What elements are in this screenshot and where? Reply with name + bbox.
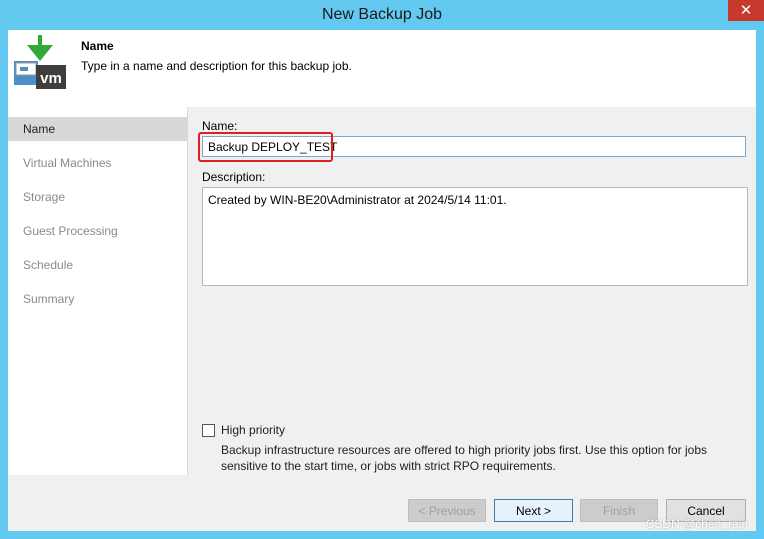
csdn-watermark: CSDN @chen_rain xyxy=(645,517,748,531)
wizard-footer: < Previous Next > Finish Cancel xyxy=(8,475,756,531)
step-title: Name xyxy=(81,39,114,53)
description-label: Description: xyxy=(202,170,266,184)
finish-button-label: Finish xyxy=(602,503,635,518)
nav-item-label: Name xyxy=(23,122,56,136)
next-button[interactable]: Next > xyxy=(494,499,573,522)
high-priority-help: Backup infrastructure resources are offe… xyxy=(221,443,708,473)
window-title: New Backup Job xyxy=(321,6,443,23)
job-name-input[interactable] xyxy=(202,136,746,157)
name-label: Name: xyxy=(202,119,238,133)
next-button-label: Next > xyxy=(515,503,551,518)
dialog-client-area: vm Name Type in a name and description f… xyxy=(8,30,756,531)
nav-item-label: Virtual Machines xyxy=(23,156,112,170)
wizard-step-nav: Name Virtual Machines Storage Guest Proc… xyxy=(8,107,187,475)
step-content: Name: Description: Created by WIN-BE20\A… xyxy=(188,107,756,475)
nav-item-summary[interactable]: Summary xyxy=(8,287,187,311)
high-priority-label[interactable]: High priority xyxy=(221,423,285,437)
close-icon: ✕ xyxy=(739,2,753,19)
cancel-button-label: Cancel xyxy=(687,503,725,518)
wizard-header: vm Name Type in a name and description f… xyxy=(8,30,756,107)
nav-item-schedule[interactable]: Schedule xyxy=(8,253,187,277)
nav-item-name[interactable]: Name xyxy=(8,117,187,141)
nav-item-label: Storage xyxy=(23,190,66,204)
window-frame: New Backup Job ✕ vm Name Type in a name … xyxy=(0,0,764,539)
vm-badge-text: vm xyxy=(40,70,62,87)
previous-button-label: < Previous xyxy=(418,503,476,518)
nav-item-label: Guest Processing xyxy=(23,224,118,238)
vm-backup-icon: vm xyxy=(14,35,66,89)
nav-item-storage[interactable]: Storage xyxy=(8,185,187,209)
nav-item-label: Summary xyxy=(23,292,75,306)
step-description: Type in a name and description for this … xyxy=(81,59,352,73)
previous-button[interactable]: < Previous xyxy=(408,499,486,522)
high-priority-checkbox[interactable] xyxy=(202,424,215,437)
job-description-textarea[interactable]: Created by WIN-BE20\Administrator at 202… xyxy=(202,187,748,286)
window-title-bar[interactable]: New Backup Job ✕ xyxy=(0,0,764,30)
nav-item-label: Schedule xyxy=(23,258,74,272)
nav-item-virtual-machines[interactable]: Virtual Machines xyxy=(8,151,187,175)
close-button[interactable]: ✕ xyxy=(728,0,764,21)
nav-item-guest-processing[interactable]: Guest Processing xyxy=(8,219,187,243)
